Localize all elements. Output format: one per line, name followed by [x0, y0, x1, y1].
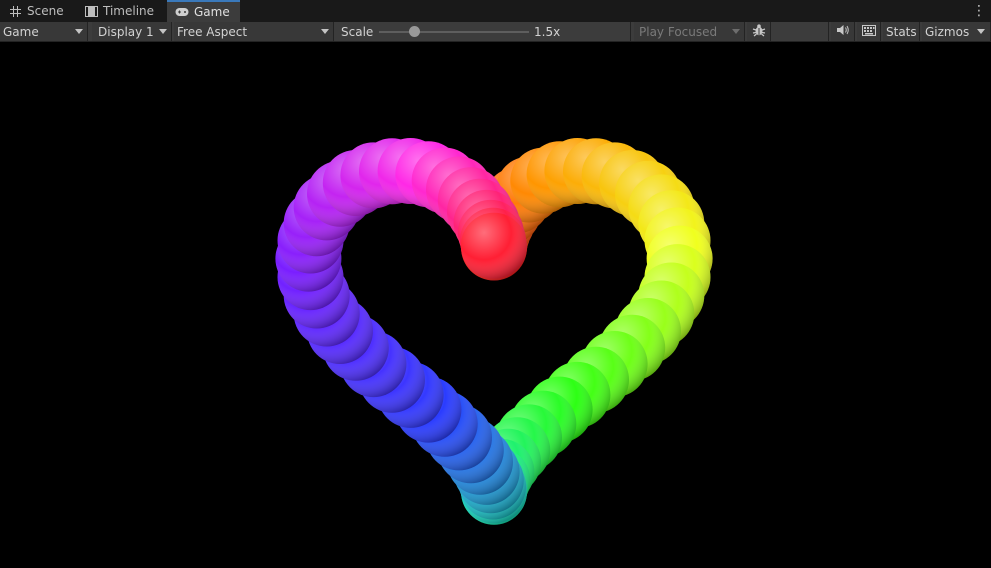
tab-game[interactable]: Game [167, 0, 240, 22]
scale-value: 1.5x [534, 24, 561, 39]
more-options-icon[interactable]: ⋮ [972, 3, 986, 19]
display-label: Display 1 [98, 24, 154, 39]
tab-timeline[interactable]: Timeline [76, 0, 166, 22]
display-dropdown[interactable]: Display 1 [92, 22, 172, 41]
aspect-dropdown[interactable]: Free Aspect [174, 22, 334, 41]
bug-toggle-button[interactable] [747, 22, 771, 41]
keyboard-icon [861, 24, 876, 39]
play-mode-label: Play Focused [639, 24, 718, 39]
view-mode-dropdown[interactable]: Game [0, 22, 88, 41]
chevron-down-icon [732, 29, 740, 34]
scale-slider-track[interactable] [379, 31, 529, 33]
toolbar-spacer [773, 22, 829, 41]
scale-label: Scale [341, 24, 374, 39]
tab-timeline-label: Timeline [103, 4, 155, 18]
chevron-down-icon [321, 29, 329, 34]
shortcuts-button[interactable] [857, 22, 881, 41]
play-mode-dropdown[interactable]: Play Focused [634, 22, 745, 41]
speaker-icon [836, 24, 850, 39]
view-mode-label: Game [3, 24, 39, 39]
tab-scene-label: Scene [27, 4, 64, 18]
chevron-down-icon [159, 29, 167, 34]
stats-button[interactable]: Stats [883, 22, 920, 41]
rainbow-heart [275, 138, 713, 525]
window-tab-bar: Scene Timeline Game ⋮ [0, 0, 991, 22]
mute-audio-button[interactable] [831, 22, 855, 41]
scale-slider-thumb[interactable] [408, 26, 420, 37]
gizmos-dropdown[interactable]: Gizmos [922, 22, 991, 41]
tab-game-label: Game [194, 5, 230, 19]
film-icon [84, 4, 98, 18]
gamepad-icon [175, 5, 189, 19]
bug-icon [752, 23, 766, 40]
stats-label: Stats [886, 24, 917, 39]
gizmos-label: Gizmos [925, 24, 970, 39]
heart-segment [460, 212, 527, 279]
aspect-label: Free Aspect [177, 24, 248, 39]
grid-icon [8, 4, 22, 18]
chevron-down-icon [977, 29, 985, 34]
tab-scene[interactable]: Scene [0, 0, 74, 22]
game-viewport[interactable] [0, 42, 991, 565]
chevron-down-icon [75, 29, 83, 34]
